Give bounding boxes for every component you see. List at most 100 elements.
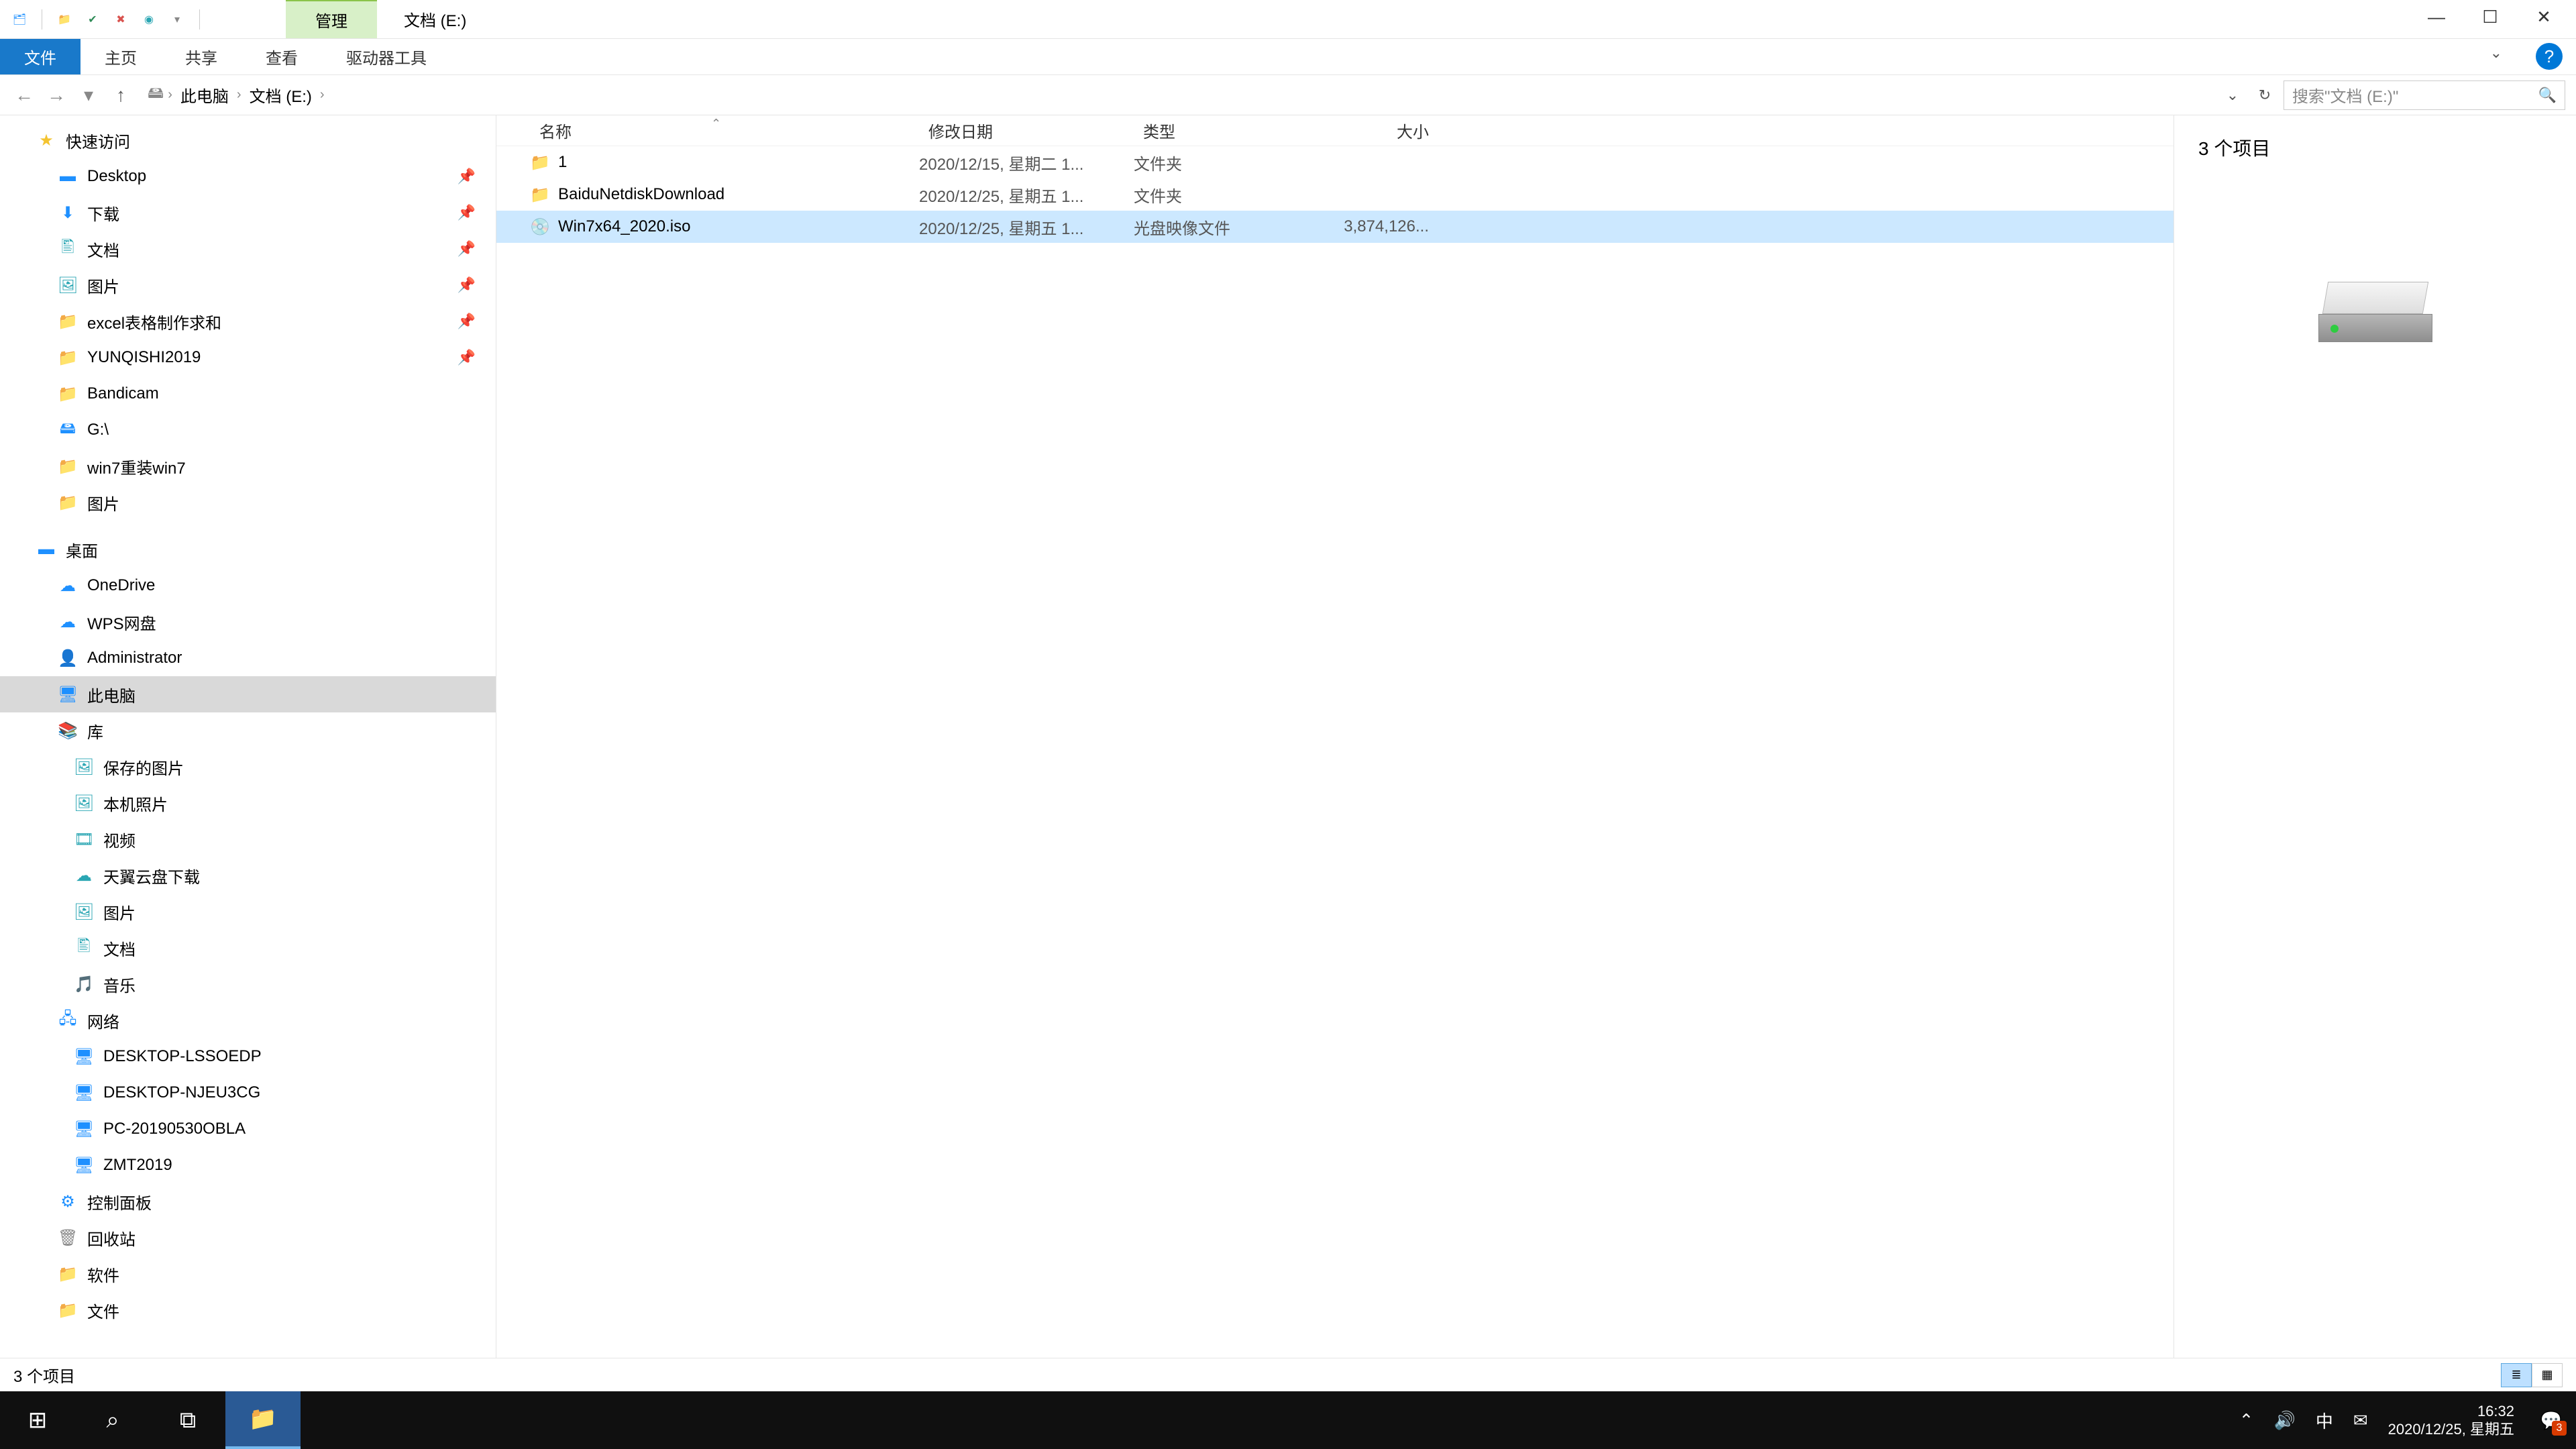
nav-pictures[interactable]: 🖼图片📌 — [0, 267, 496, 303]
column-headers[interactable]: ⌃ 名称 修改日期 类型 大小 — [496, 115, 2174, 146]
help-button[interactable]: ? — [2536, 43, 2563, 70]
nav-downloads[interactable]: ⬇下载📌 — [0, 195, 496, 231]
nav-bandicam[interactable]: 📁Bandicam — [0, 376, 496, 412]
chevron-right-icon[interactable]: › — [168, 87, 172, 103]
nav-docs2[interactable]: 🖺文档 — [0, 930, 496, 966]
nav-this-pc[interactable]: 🖥此电脑 — [0, 676, 496, 712]
cloud-icon: ☁ — [74, 866, 94, 885]
task-view-button[interactable]: ⧉ — [150, 1391, 225, 1449]
chevron-right-icon[interactable]: › — [320, 87, 325, 103]
volume-icon[interactable]: 🔊 — [2273, 1410, 2295, 1431]
view-icons-button[interactable]: ▦ — [2532, 1363, 2563, 1387]
close-button[interactable]: ✕ — [2517, 0, 2571, 34]
file-explorer-taskbar[interactable]: 📁 — [225, 1391, 301, 1449]
status-bar: 3 个项目 ≣ ▦ — [0, 1358, 2576, 1391]
tab-drive-tools[interactable]: 驱动器工具 — [322, 39, 451, 74]
window-title: 文档 (E:) — [377, 0, 493, 38]
recent-locations-button[interactable]: ▾ — [75, 82, 102, 109]
file-row[interactable]: 📁1 2020/12/15, 星期二 1... 文件夹 — [496, 146, 2174, 178]
file-row[interactable]: 📁BaiduNetdiskDownload 2020/12/25, 星期五 1.… — [496, 178, 2174, 211]
network-icon: 🖧 — [58, 1007, 78, 1034]
crumb-this-pc[interactable]: 此电脑 — [176, 80, 233, 109]
tab-view[interactable]: 查看 — [241, 39, 322, 74]
folder-icon: 📁 — [58, 348, 78, 368]
crumb-location[interactable]: 文档 (E:) — [246, 80, 316, 109]
nav-camera-roll[interactable]: 🖼本机照片 — [0, 785, 496, 821]
nav-video[interactable]: 🎞视频 — [0, 821, 496, 857]
nav-admin[interactable]: 👤Administrator — [0, 640, 496, 676]
folder-icon[interactable]: 📁 — [53, 8, 76, 31]
nav-desktop-cn[interactable]: ▬桌面 — [0, 531, 496, 568]
nav-network[interactable]: 🖧网络 — [0, 1002, 496, 1038]
maximize-button[interactable]: ☐ — [2463, 0, 2517, 34]
column-size[interactable]: 大小 — [1315, 119, 1429, 142]
system-tray[interactable]: ⌃ 🔊 中 ✉ 16:32 2020/12/25, 星期五 💬 3 — [2239, 1402, 2576, 1439]
clock-date: 2020/12/25, 星期五 — [2388, 1420, 2514, 1439]
document-icon: 🖺 — [58, 235, 78, 263]
nav-excel[interactable]: 📁excel表格制作求和📌 — [0, 303, 496, 339]
chevron-right-icon[interactable]: › — [237, 87, 241, 103]
tab-home[interactable]: 主页 — [80, 39, 161, 74]
search-button[interactable]: ⌕ — [75, 1391, 150, 1449]
column-type[interactable]: 类型 — [1134, 119, 1315, 142]
context-tab-manage[interactable]: 管理 — [286, 0, 377, 38]
taskbar[interactable]: ⊞ ⌕ ⧉ 📁 ⌃ 🔊 中 ✉ 16:32 2020/12/25, 星期五 💬 … — [0, 1391, 2576, 1449]
nav-recycle[interactable]: 🗑回收站 — [0, 1220, 496, 1256]
nav-pc1[interactable]: 🖥DESKTOP-LSSOEDP — [0, 1038, 496, 1075]
history-dropdown-button[interactable]: ⌄ — [2219, 82, 2246, 109]
nav-control-panel[interactable]: ⚙控制面板 — [0, 1183, 496, 1220]
nav-files[interactable]: 📁文件 — [0, 1292, 496, 1328]
back-button[interactable]: ← — [11, 82, 38, 109]
nav-yunqishi[interactable]: 📁YUNQISHI2019📌 — [0, 339, 496, 376]
nav-win7[interactable]: 📁win7重装win7 — [0, 448, 496, 484]
clock-time: 16:32 — [2388, 1402, 2514, 1421]
properties-icon[interactable]: ◉ — [138, 8, 160, 31]
nav-pc3[interactable]: 🖥PC-20190530OBLA — [0, 1111, 496, 1147]
chevron-down-icon[interactable]: ▾ — [166, 8, 189, 31]
expand-ribbon-button[interactable]: ⌄ — [2490, 44, 2502, 62]
nav-onedrive[interactable]: ☁OneDrive — [0, 568, 496, 604]
nav-library[interactable]: 📚库 — [0, 712, 496, 749]
forward-button[interactable]: → — [43, 82, 70, 109]
nav-pc2[interactable]: 🖥DESKTOP-NJEU3CG — [0, 1075, 496, 1111]
mail-icon[interactable]: ✉ — [2353, 1410, 2368, 1431]
nav-pc4[interactable]: 🖥ZMT2019 — [0, 1147, 496, 1183]
folder-icon: 📁 — [58, 384, 78, 404]
nav-documents[interactable]: 🖺文档📌 — [0, 231, 496, 267]
file-list[interactable]: ⌃ 名称 修改日期 类型 大小 📁1 2020/12/15, 星期二 1... … — [496, 115, 2174, 1358]
nav-pictures2[interactable]: 📁图片 — [0, 484, 496, 521]
file-row[interactable]: 💿Win7x64_2020.iso 2020/12/25, 星期五 1... 光… — [496, 211, 2174, 243]
pin-icon: 📌 — [458, 313, 476, 330]
minimize-button[interactable]: — — [2410, 0, 2463, 34]
search-input[interactable]: 搜索"文档 (E:)" 🔍 — [2284, 80, 2565, 110]
nav-music[interactable]: 🎵音乐 — [0, 966, 496, 1002]
breadcrumb[interactable]: 🖴 › 此电脑 › 文档 (E:) › — [140, 80, 2214, 109]
up-button[interactable]: ↑ — [107, 82, 134, 109]
ime-indicator[interactable]: 中 — [2316, 1408, 2333, 1433]
nav-quick-access[interactable]: ★快速访问 — [0, 122, 496, 158]
view-details-button[interactable]: ≣ — [2501, 1363, 2532, 1387]
nav-tianyi[interactable]: ☁天翼云盘下载 — [0, 857, 496, 894]
nav-wps[interactable]: ☁WPS网盘 — [0, 604, 496, 640]
tab-share[interactable]: 共享 — [161, 39, 241, 74]
tray-chevron-up-icon[interactable]: ⌃ — [2239, 1410, 2254, 1431]
check-icon[interactable]: ✔ — [81, 8, 104, 31]
delete-icon[interactable]: ✖ — [109, 8, 132, 31]
clock[interactable]: 16:32 2020/12/25, 星期五 — [2388, 1402, 2514, 1439]
nav-software[interactable]: 📁软件 — [0, 1256, 496, 1292]
nav-desktop[interactable]: ▬Desktop📌 — [0, 158, 496, 195]
navigation-pane[interactable]: ★快速访问 ▬Desktop📌 ⬇下载📌 🖺文档📌 🖼图片📌 📁excel表格制… — [0, 115, 496, 1358]
notification-badge: 3 — [2552, 1421, 2567, 1436]
nav-saved-pics[interactable]: 🖼保存的图片 — [0, 749, 496, 785]
nav-pics3[interactable]: 🖼图片 — [0, 894, 496, 930]
start-button[interactable]: ⊞ — [0, 1391, 75, 1449]
tab-file[interactable]: 文件 — [0, 39, 80, 74]
action-center-button[interactable]: 💬 3 — [2534, 1403, 2568, 1437]
folder-icon: 📁 — [58, 1301, 78, 1320]
column-date[interactable]: 修改日期 — [919, 119, 1134, 142]
search-icon[interactable]: 🔍 — [2538, 87, 2557, 104]
column-name[interactable]: 名称 — [530, 119, 919, 142]
recycle-icon: 🗑 — [58, 1228, 78, 1248]
refresh-button[interactable]: ↻ — [2251, 82, 2278, 109]
nav-gdrive[interactable]: 🖴G:\ — [0, 412, 496, 448]
